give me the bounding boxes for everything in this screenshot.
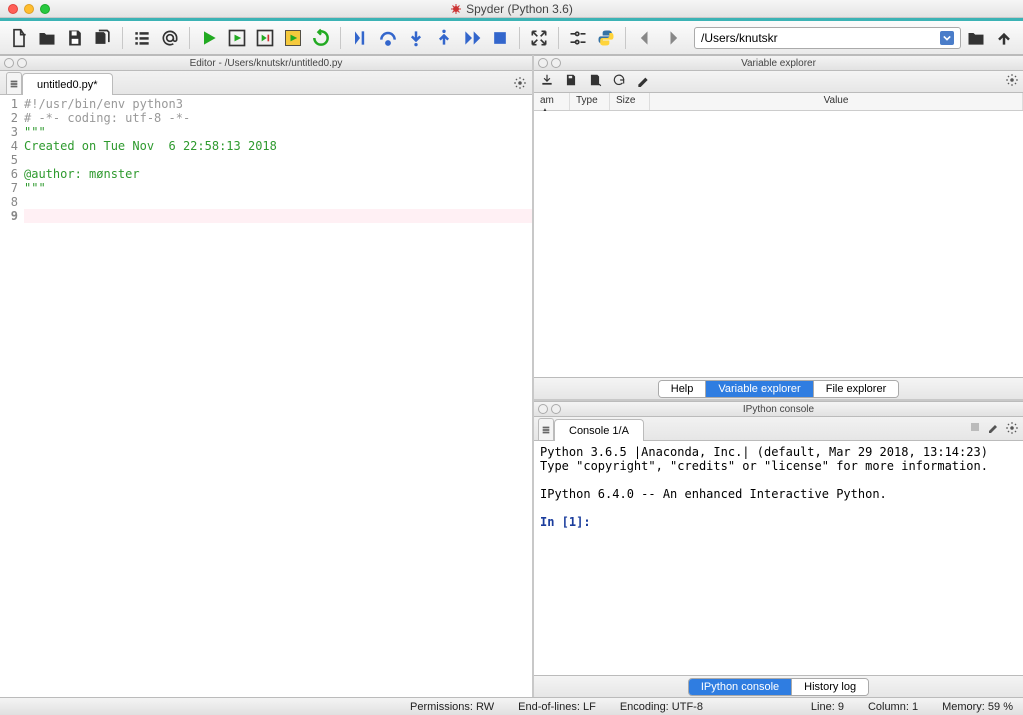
var-options-icon[interactable] [1005,73,1019,90]
console-list-icon[interactable] [538,418,554,440]
console-tab-row: Console 1/A [534,417,1023,441]
browse-dir-button[interactable] [963,25,989,51]
import-data-icon[interactable] [540,73,554,90]
console-output[interactable]: Python 3.6.5 |Anaconda, Inc.| (default, … [534,441,1023,675]
pane-close-icon[interactable] [4,58,14,68]
code-editor[interactable]: 123456789 #!/usr/bin/env python3 # -*- c… [0,95,532,697]
continue-button[interactable] [459,25,485,51]
save-data-icon[interactable] [564,73,578,90]
window-title: Spyder (Python 3.6) [466,2,573,16]
console-clear-icon[interactable] [987,421,999,438]
main-toolbar: /Users/knutskr [0,21,1023,55]
nav-forward-button[interactable] [660,25,686,51]
var-pane-header: Variable explorer [534,55,1023,71]
tab-help[interactable]: Help [659,381,707,397]
col-type[interactable]: Type [570,93,610,110]
maximize-pane-button[interactable] [526,25,552,51]
status-bar: Permissions: RW End-of-lines: LF Encodin… [0,697,1023,715]
save-data-as-icon[interactable] [588,73,602,90]
stop-debug-button[interactable] [487,25,513,51]
col-size[interactable]: Size [610,93,650,110]
editor-tab-row: untitled0.py* [0,71,532,95]
variable-explorer-pane: Variable explorer am ▲ Type Size Value H… [534,55,1023,399]
run-selection-button[interactable] [280,25,306,51]
step-out-button[interactable] [431,25,457,51]
run-cell-advance-button[interactable] [252,25,278,51]
nav-back-button[interactable] [632,25,658,51]
console-tab[interactable]: Console 1/A [554,419,644,441]
file-list-icon[interactable] [6,72,22,94]
line-number-gutter: 123456789 [0,95,22,697]
tab-variable-explorer[interactable]: Variable explorer [706,381,813,397]
parent-dir-button[interactable] [991,25,1017,51]
editor-pane-title: Editor - /Users/knutskr/untitled0.py [190,58,343,69]
pane-close-icon[interactable] [538,58,548,68]
tab-history-log[interactable]: History log [792,679,868,695]
status-line: Line: 9 [811,701,844,713]
editor-pane: Editor - /Users/knutskr/untitled0.py unt… [0,55,534,697]
var-table-header: am ▲ Type Size Value [534,93,1023,111]
console-tab-switcher: IPython console History log [534,675,1023,697]
rerun-button[interactable] [308,25,334,51]
console-pane-header: IPython console [534,401,1023,417]
pane-close-icon[interactable] [538,404,548,414]
var-toolbar [534,71,1023,93]
console-tab-label: Console 1/A [569,425,629,437]
save-all-button[interactable] [90,25,116,51]
refresh-icon[interactable] [612,73,626,90]
status-column: Column: 1 [868,701,918,713]
clear-icon[interactable] [636,73,650,90]
save-button[interactable] [62,25,88,51]
tab-file-explorer[interactable]: File explorer [814,381,899,397]
console-prompt: In [1]: [540,515,591,529]
path-dropdown-icon[interactable] [940,31,954,45]
step-into-button[interactable] [403,25,429,51]
path-text: /Users/knutskr [701,31,778,45]
var-pane-title: Variable explorer [741,58,816,69]
code-area[interactable]: #!/usr/bin/env python3 # -*- coding: utf… [22,95,532,697]
tab-ipython-console[interactable]: IPython console [689,679,792,695]
status-memory: Memory: 59 % [942,701,1013,713]
editor-pane-header: Editor - /Users/knutskr/untitled0.py [0,55,532,71]
spyder-logo-icon [450,3,462,15]
working-directory-input[interactable]: /Users/knutskr [694,27,961,49]
status-encoding: Encoding: UTF-8 [620,701,703,713]
run-cell-button[interactable] [224,25,250,51]
status-permissions: Permissions: RW [410,701,494,713]
debug-button[interactable] [347,25,373,51]
open-file-button[interactable] [34,25,60,51]
col-value[interactable]: Value [650,93,1023,110]
ipython-console-pane: IPython console Console 1/A Python 3.6.5… [534,399,1023,697]
var-tab-switcher: Help Variable explorer File explorer [534,377,1023,399]
new-file-button[interactable] [6,25,32,51]
python-path-button[interactable] [593,25,619,51]
run-button[interactable] [196,25,222,51]
status-eol: End-of-lines: LF [518,701,596,713]
var-table-body[interactable] [534,111,1023,377]
console-stop-icon[interactable] [969,421,981,438]
pane-undock-icon[interactable] [551,404,561,414]
at-button[interactable] [157,25,183,51]
pane-undock-icon[interactable] [551,58,561,68]
console-options-icon[interactable] [1005,421,1019,438]
pane-undock-icon[interactable] [17,58,27,68]
col-name[interactable]: am ▲ [534,93,570,110]
titlebar: Spyder (Python 3.6) [0,0,1023,18]
editor-tab-label: untitled0.py* [37,79,98,91]
console-pane-title: IPython console [743,404,814,415]
preferences-button[interactable] [565,25,591,51]
editor-options-icon[interactable] [512,75,528,91]
step-over-button[interactable] [375,25,401,51]
editor-tab[interactable]: untitled0.py* [22,73,113,95]
list-button[interactable] [129,25,155,51]
